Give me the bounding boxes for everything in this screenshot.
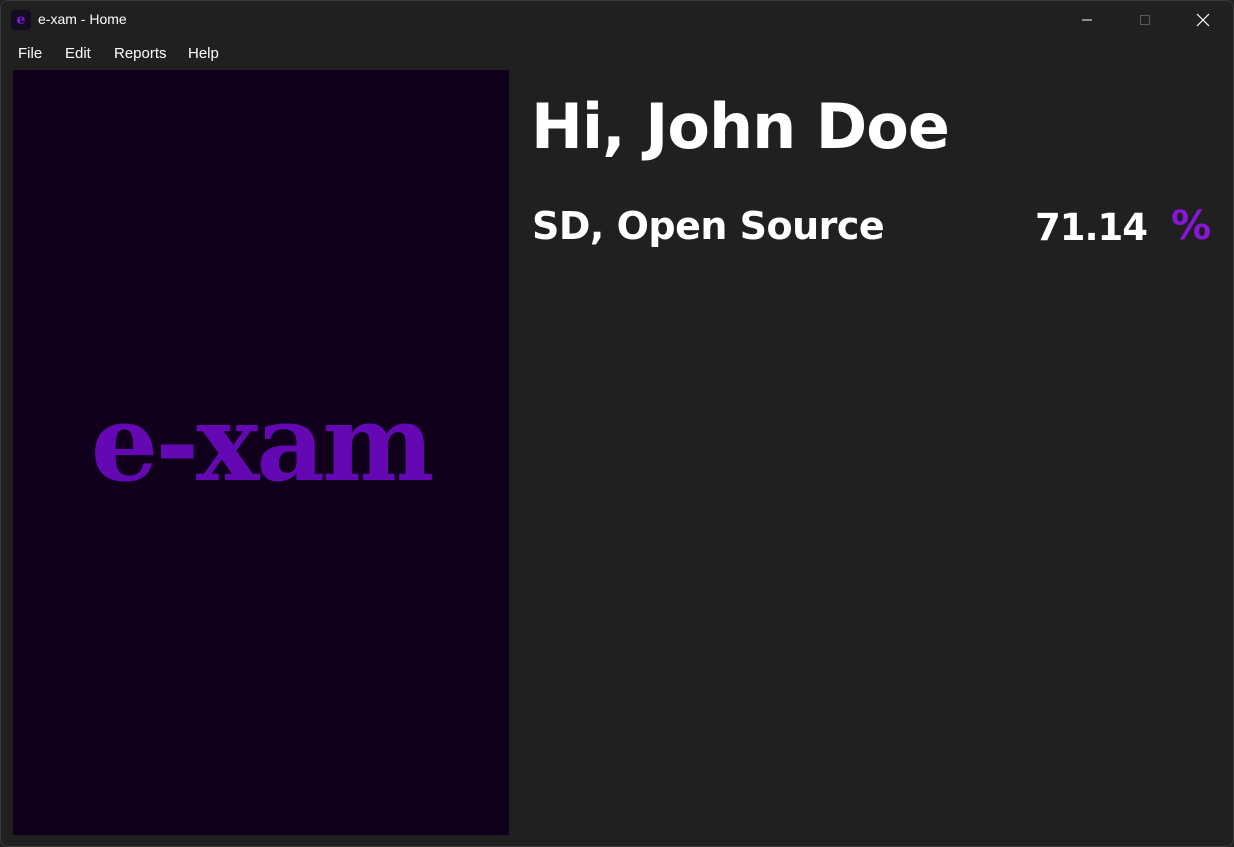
maximize-icon (1140, 15, 1150, 25)
app-icon[interactable]: e (11, 10, 31, 30)
app-window: e e-xam - Home File Edit Reports Help e-… (0, 0, 1234, 847)
window-title: e-xam - Home (38, 11, 127, 27)
title-bar[interactable]: e e-xam - Home (1, 1, 1233, 39)
course-score: 71.14 (1034, 206, 1148, 249)
greeting-heading: Hi, John Doe (531, 90, 950, 163)
percent-sign: % (1171, 203, 1212, 249)
close-icon (1196, 13, 1210, 27)
minimize-button[interactable] (1058, 1, 1116, 39)
menu-edit[interactable]: Edit (65, 45, 91, 62)
menu-help[interactable]: Help (188, 45, 219, 62)
app-icon-glyph: e (16, 12, 26, 28)
minimize-icon (1082, 19, 1092, 21)
app-logo: e-xam (90, 380, 434, 505)
maximize-button[interactable] (1116, 1, 1174, 39)
menu-file[interactable]: File (18, 45, 42, 62)
menu-bar: File Edit Reports Help (1, 39, 1233, 69)
logo-panel: e-xam (13, 70, 509, 835)
course-name: SD, Open Source (532, 204, 885, 248)
close-button[interactable] (1174, 1, 1232, 39)
menu-reports[interactable]: Reports (114, 45, 167, 62)
